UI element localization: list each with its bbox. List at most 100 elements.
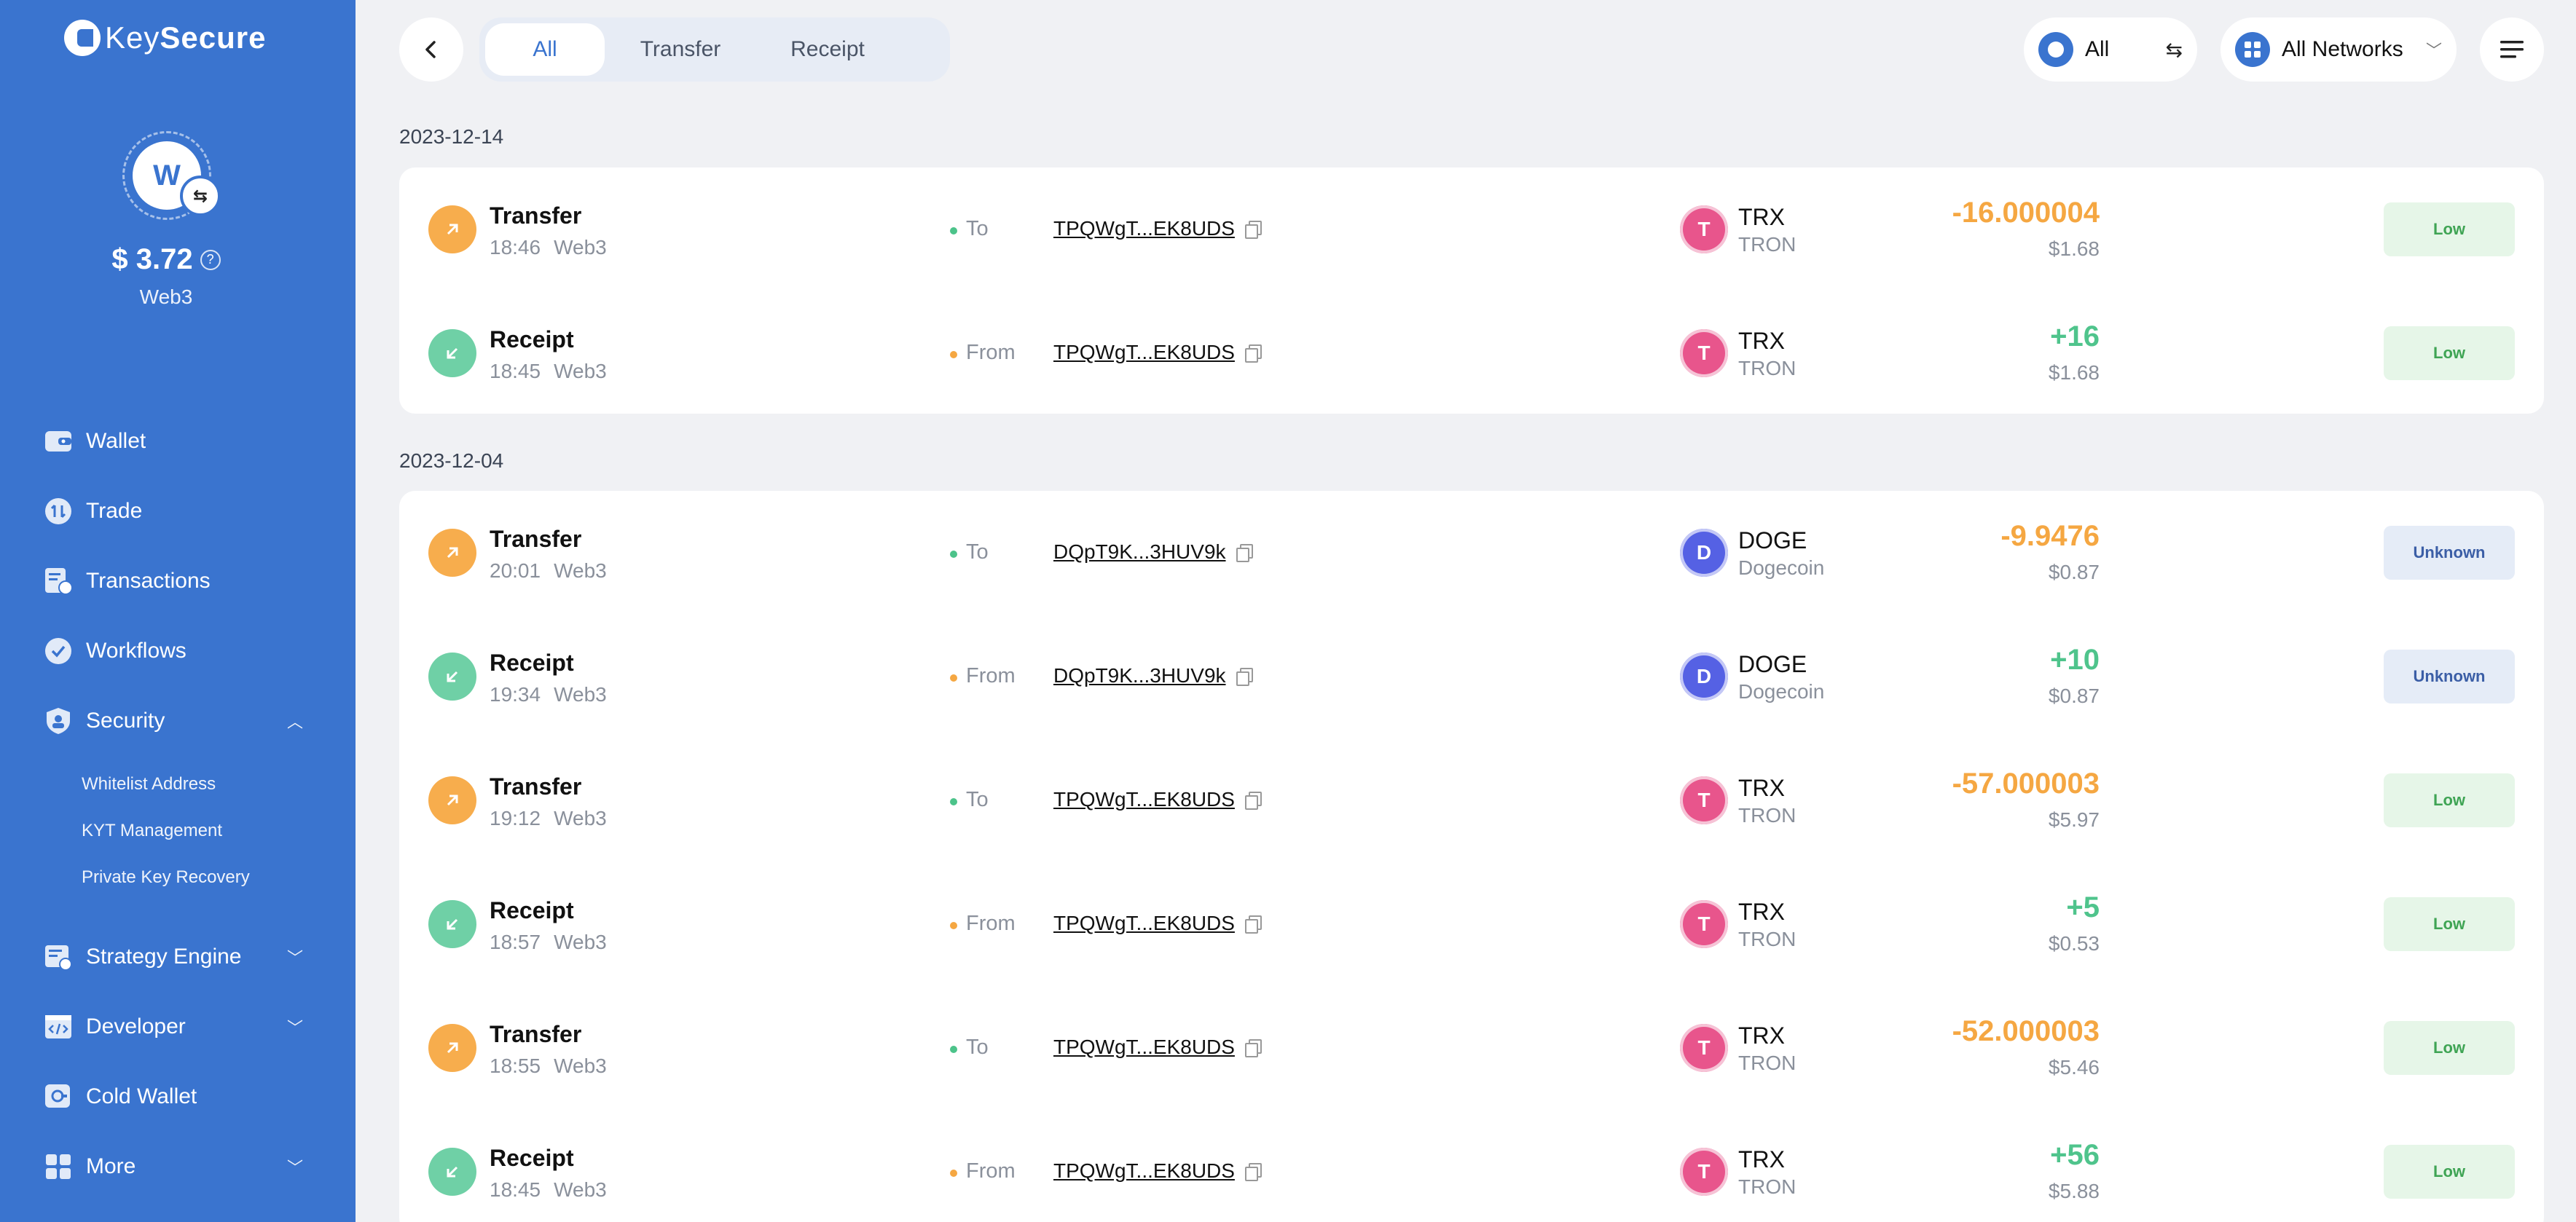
copy-icon[interactable] [1244,1163,1262,1181]
copy-icon[interactable] [1244,1039,1262,1057]
chevron-left-icon [425,41,436,58]
sidebar-item-cold-wallet[interactable]: Cold Wallet [44,1076,303,1117]
address-link[interactable]: TPQWgT...EK8UDS [1053,788,1262,811]
grid-icon [44,1152,73,1181]
address-link[interactable]: DQpT9K...3HUV9k [1053,664,1253,687]
date-header: 2023-12-04 [399,449,504,472]
network-filter[interactable]: All Networks ﹀ [2220,17,2457,82]
sidebar-item-workflows[interactable]: Workflows [44,631,303,671]
table-row[interactable]: Receipt 18:57 Web3 From TPQWgT...EK8UDS T… [399,862,2544,986]
risk-badge: Unknown [2384,526,2515,580]
status-dot [950,798,957,805]
copy-icon[interactable] [1244,792,1262,810]
sidebar-item-label: Workflows [86,639,186,663]
chevron-down-icon: ﹀ [286,1019,303,1037]
account-name: Web3 [139,285,193,308]
direction-label: From [966,341,1016,364]
risk-badge: Low [2384,1021,2515,1075]
tx-time: 18:55 [490,1055,541,1077]
tab-receipt[interactable]: Receipt [756,23,899,76]
shield-icon [44,706,73,736]
help-icon[interactable]: ? [200,249,221,270]
table-row[interactable]: Transfer 19:12 Web3 To TPQWgT...EK8UDS T … [399,738,2544,862]
trx-coin-icon: T [1680,205,1728,253]
arrow-down-left-icon [428,1148,476,1196]
strategy-icon [44,942,73,971]
address-text[interactable]: TPQWgT...EK8UDS [1053,1036,1235,1059]
address-link[interactable]: TPQWgT...EK8UDS [1053,1036,1262,1059]
tx-time: 20:01 [490,559,541,582]
address-link[interactable]: DQpT9K...3HUV9k [1053,540,1253,564]
brand-suffix: Secure [160,20,267,55]
address-text[interactable]: TPQWgT...EK8UDS [1053,341,1235,364]
address-link[interactable]: TPQWgT...EK8UDS [1053,341,1262,364]
amount: -16.000004 [1952,197,2100,229]
arrow-up-right-icon [428,1024,476,1072]
tx-meta: 18:46 Web3 [490,236,607,259]
switch-account-icon[interactable]: ⇆ [180,176,221,216]
address-text[interactable]: DQpT9K...3HUV9k [1053,540,1226,564]
copy-icon[interactable] [1244,221,1262,239]
sidebar-item-developer[interactable]: Developer ﹀ [44,1006,303,1047]
tx-time: 18:45 [490,360,541,382]
sidebar-item-transactions[interactable]: Transactions [44,561,303,602]
status-dot [950,351,957,358]
table-row[interactable]: Transfer 20:01 Web3 To DQpT9K...3HUV9k D … [399,491,2544,615]
copy-icon[interactable] [1236,668,1253,686]
tx-account: Web3 [554,1055,607,1077]
sidebar-item-security[interactable]: Security ︿ [44,701,303,741]
table-row[interactable]: Transfer 18:55 Web3 To TPQWgT...EK8UDS T … [399,986,2544,1110]
address-text[interactable]: TPQWgT...EK8UDS [1053,912,1235,935]
usd-value: $5.97 [2048,808,2100,831]
brand-logo[interactable]: KeySecure [64,19,266,57]
sidebar-item-strategy-engine[interactable]: Strategy Engine ﹀ [44,937,303,977]
tab-transfer[interactable]: Transfer [609,23,752,76]
tx-meta: 18:55 Web3 [490,1055,607,1078]
tx-type: Receipt [490,897,574,923]
sidebar-item-more[interactable]: More ﹀ [44,1146,303,1187]
tx-meta: 19:34 Web3 [490,683,607,706]
sidebar: KeySecure W ⇆ $ 3.72 ? Web3 Wallet Trade… [0,0,356,1222]
sidebar-subitem-kyt-management[interactable]: KYT Management [82,816,222,845]
tab-all[interactable]: All [485,23,605,76]
coin-chain: Dogecoin [1738,556,1825,579]
wallet-icon [44,427,73,456]
menu-button[interactable] [2480,17,2544,82]
network-filter-value: All Networks [2282,37,2403,61]
copy-icon[interactable] [1244,344,1262,363]
copy-icon[interactable] [1236,544,1253,562]
amount: -52.000003 [1952,1015,2100,1047]
asset-filter[interactable]: All ⇆ [2024,17,2197,82]
tx-meta: 19:12 Web3 [490,807,607,830]
table-row[interactable]: Transfer 18:46 Web3 To TPQWgT...EK8UDS T … [399,167,2544,291]
tx-time: 18:57 [490,931,541,953]
arrow-down-left-icon [428,329,476,377]
table-row[interactable]: Receipt 18:45 Web3 From TPQWgT...EK8UDS T… [399,1110,2544,1222]
sidebar-item-wallet[interactable]: Wallet [44,421,303,462]
table-row[interactable]: Receipt 19:34 Web3 From DQpT9K...3HUV9k D… [399,615,2544,738]
sidebar-item-label: More [86,1154,136,1178]
usd-value: $0.87 [2048,561,2100,583]
risk-badge: Low [2384,326,2515,380]
sidebar-item-trade[interactable]: Trade [44,491,303,532]
address-link[interactable]: TPQWgT...EK8UDS [1053,1159,1262,1183]
sidebar-subitem-private-key-recovery[interactable]: Private Key Recovery [82,863,250,892]
address-link[interactable]: TPQWgT...EK8UDS [1053,912,1262,935]
account-balance: $ 3.72 ? [0,243,332,276]
back-button[interactable] [399,17,463,82]
table-row[interactable]: Receipt 18:45 Web3 From TPQWgT...EK8UDS T… [399,291,2544,415]
address-link[interactable]: TPQWgT...EK8UDS [1053,217,1262,240]
tx-time: 19:34 [490,683,541,706]
sidebar-subitem-whitelist-address[interactable]: Whitelist Address [82,770,216,799]
coin-chain: Dogecoin [1738,680,1825,703]
address-text[interactable]: TPQWgT...EK8UDS [1053,217,1235,240]
trx-coin-icon: T [1680,329,1728,377]
arrow-up-right-icon [428,529,476,577]
address-text[interactable]: TPQWgT...EK8UDS [1053,1159,1235,1183]
address-text[interactable]: TPQWgT...EK8UDS [1053,788,1235,811]
address-text[interactable]: DQpT9K...3HUV9k [1053,664,1226,687]
copy-icon[interactable] [1244,915,1262,934]
asset-filter-value: All [2085,37,2110,61]
sidebar-item-label: Transactions [86,569,211,593]
chevron-down-icon: ﹀ [286,949,303,967]
